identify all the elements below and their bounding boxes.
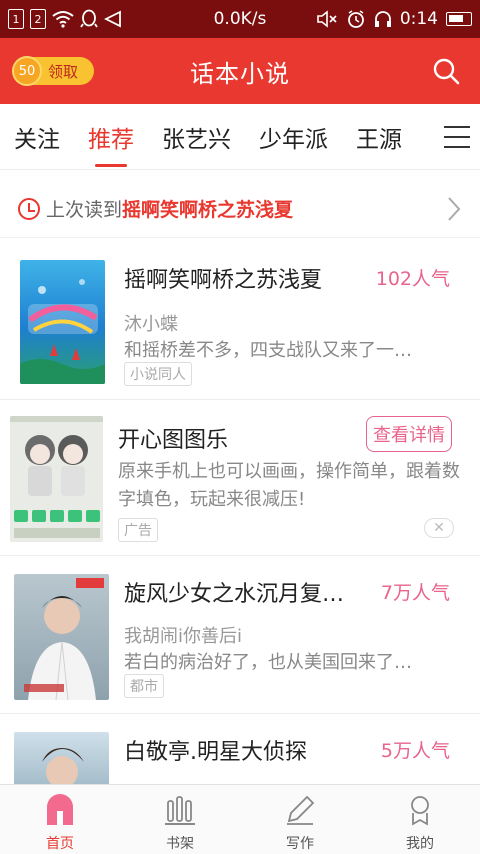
- bottom-navigation: 首页 书架 写作 我的: [0, 784, 480, 854]
- nav-label: 写作: [286, 836, 314, 852]
- book-author: 沐小蝶: [124, 314, 178, 335]
- tab-label: 推荐: [88, 126, 134, 153]
- clock-time: 0:14: [399, 9, 438, 29]
- popularity-count: 7万人气: [380, 582, 450, 604]
- ad-title: 开心图图乐: [118, 428, 229, 453]
- ad-item[interactable]: 开心图图乐 查看详情 原来手机上也可以画画，操作简单，跟着数字填色，玩起来很减压…: [0, 400, 480, 556]
- last-read-prefix: 上次读到: [46, 199, 123, 221]
- ad-art: [10, 416, 103, 538]
- tab-label: 关注: [14, 126, 60, 153]
- nav-label: 首页: [46, 836, 74, 852]
- claim-label: 领取: [48, 62, 79, 81]
- bookshelf-icon: [165, 796, 195, 825]
- book-title: 白敬亭.明星大侦探: [124, 740, 307, 765]
- sim1-icon: 1: [8, 9, 24, 29]
- last-read-bar[interactable]: 上次读到 摇啊笑啊桥之苏浅夏: [0, 180, 480, 238]
- genre-tag: 都市: [124, 674, 164, 698]
- tab-zhang-yixing[interactable]: 张艺兴: [148, 104, 245, 170]
- send-icon: [104, 10, 121, 28]
- qq-icon: [80, 9, 98, 28]
- book-cover: [20, 260, 105, 384]
- book-description: 和摇桥差不多，四支战队又来了一…: [124, 340, 412, 361]
- ad-tag: 广告: [118, 518, 158, 542]
- tab-recommend[interactable]: 推荐: [74, 104, 148, 170]
- cover-art: [24, 578, 104, 700]
- book-cover: [14, 574, 109, 700]
- list-item[interactable]: 白敬亭.明星大侦探 5万人气: [0, 714, 480, 784]
- coin-icon: 50: [12, 56, 42, 86]
- clock-icon: [18, 197, 40, 220]
- menu-icon[interactable]: [444, 126, 470, 148]
- list-item[interactable]: 摇啊笑啊桥之苏浅夏 102人气 沐小蝶 和摇桥差不多，四支战队又来了一… 小说同…: [0, 244, 480, 400]
- sim2-label: 2: [34, 12, 42, 26]
- pen-icon: [287, 795, 315, 825]
- nav-profile[interactable]: 我的: [360, 785, 480, 854]
- last-read-title: 摇啊笑啊桥之苏浅夏: [122, 199, 294, 221]
- nav-write[interactable]: 写作: [240, 785, 360, 854]
- ad-image: [10, 416, 103, 542]
- popularity-count: 102人气: [375, 268, 450, 290]
- status-bar: 1 2 0.0K/s 0:14: [0, 0, 480, 38]
- book-author: 我胡闹i你善后i: [124, 626, 243, 647]
- nav-label: 书架: [166, 836, 194, 852]
- cover-art: [42, 748, 84, 784]
- genre-tag: 小说同人: [124, 362, 192, 386]
- wifi-icon: [52, 11, 74, 28]
- sim2-icon: 2: [30, 9, 46, 29]
- app-title: 话本小说: [190, 59, 290, 88]
- book-cover: [14, 732, 109, 784]
- category-tabs: 关注 推荐 张艺兴 少年派 王源: [0, 104, 480, 170]
- book-title: 摇啊笑啊桥之苏浅夏: [124, 268, 323, 293]
- home-icon: [47, 794, 73, 825]
- app-header: 50 领取 话本小说: [0, 38, 480, 104]
- tab-label: 王源: [356, 126, 402, 153]
- tab-shaonian-pai[interactable]: 少年派: [245, 104, 342, 170]
- popularity-count: 5万人气: [380, 740, 450, 762]
- cover-art: [20, 279, 105, 384]
- headset-icon: [374, 11, 391, 27]
- claim-coins-button[interactable]: 50 领取: [12, 56, 94, 86]
- view-details-button[interactable]: 查看详情: [366, 416, 452, 452]
- ad-description: 原来手机上也可以画画，操作简单，跟着数字填色，玩起来很减压!: [118, 461, 460, 510]
- tab-wang-yuan[interactable]: 王源: [342, 104, 416, 170]
- tab-label: 少年派: [259, 126, 328, 153]
- coin-amount: 50: [18, 63, 36, 79]
- book-description: 若白的病治好了，也从美国回来了…: [124, 652, 412, 673]
- chevron-right-icon: [448, 197, 461, 221]
- alarm-icon: [347, 10, 364, 28]
- nav-home[interactable]: 首页: [0, 785, 120, 854]
- book-title: 旋风少女之水沉月复…: [124, 582, 345, 607]
- sim1-label: 1: [12, 12, 20, 26]
- mute-icon: [317, 10, 337, 28]
- list-item[interactable]: 旋风少女之水沉月复… 7万人气 我胡闹i你善后i 若白的病治好了，也从美国回来了…: [0, 556, 480, 714]
- close-icon[interactable]: ✕: [424, 518, 454, 538]
- search-icon[interactable]: [432, 57, 460, 85]
- tab-follow[interactable]: 关注: [0, 104, 74, 170]
- nav-label: 我的: [406, 836, 434, 852]
- battery-icon: [446, 12, 472, 26]
- user-icon: [411, 796, 429, 826]
- nav-bookshelf[interactable]: 书架: [120, 785, 240, 854]
- tab-label: 张艺兴: [162, 126, 231, 153]
